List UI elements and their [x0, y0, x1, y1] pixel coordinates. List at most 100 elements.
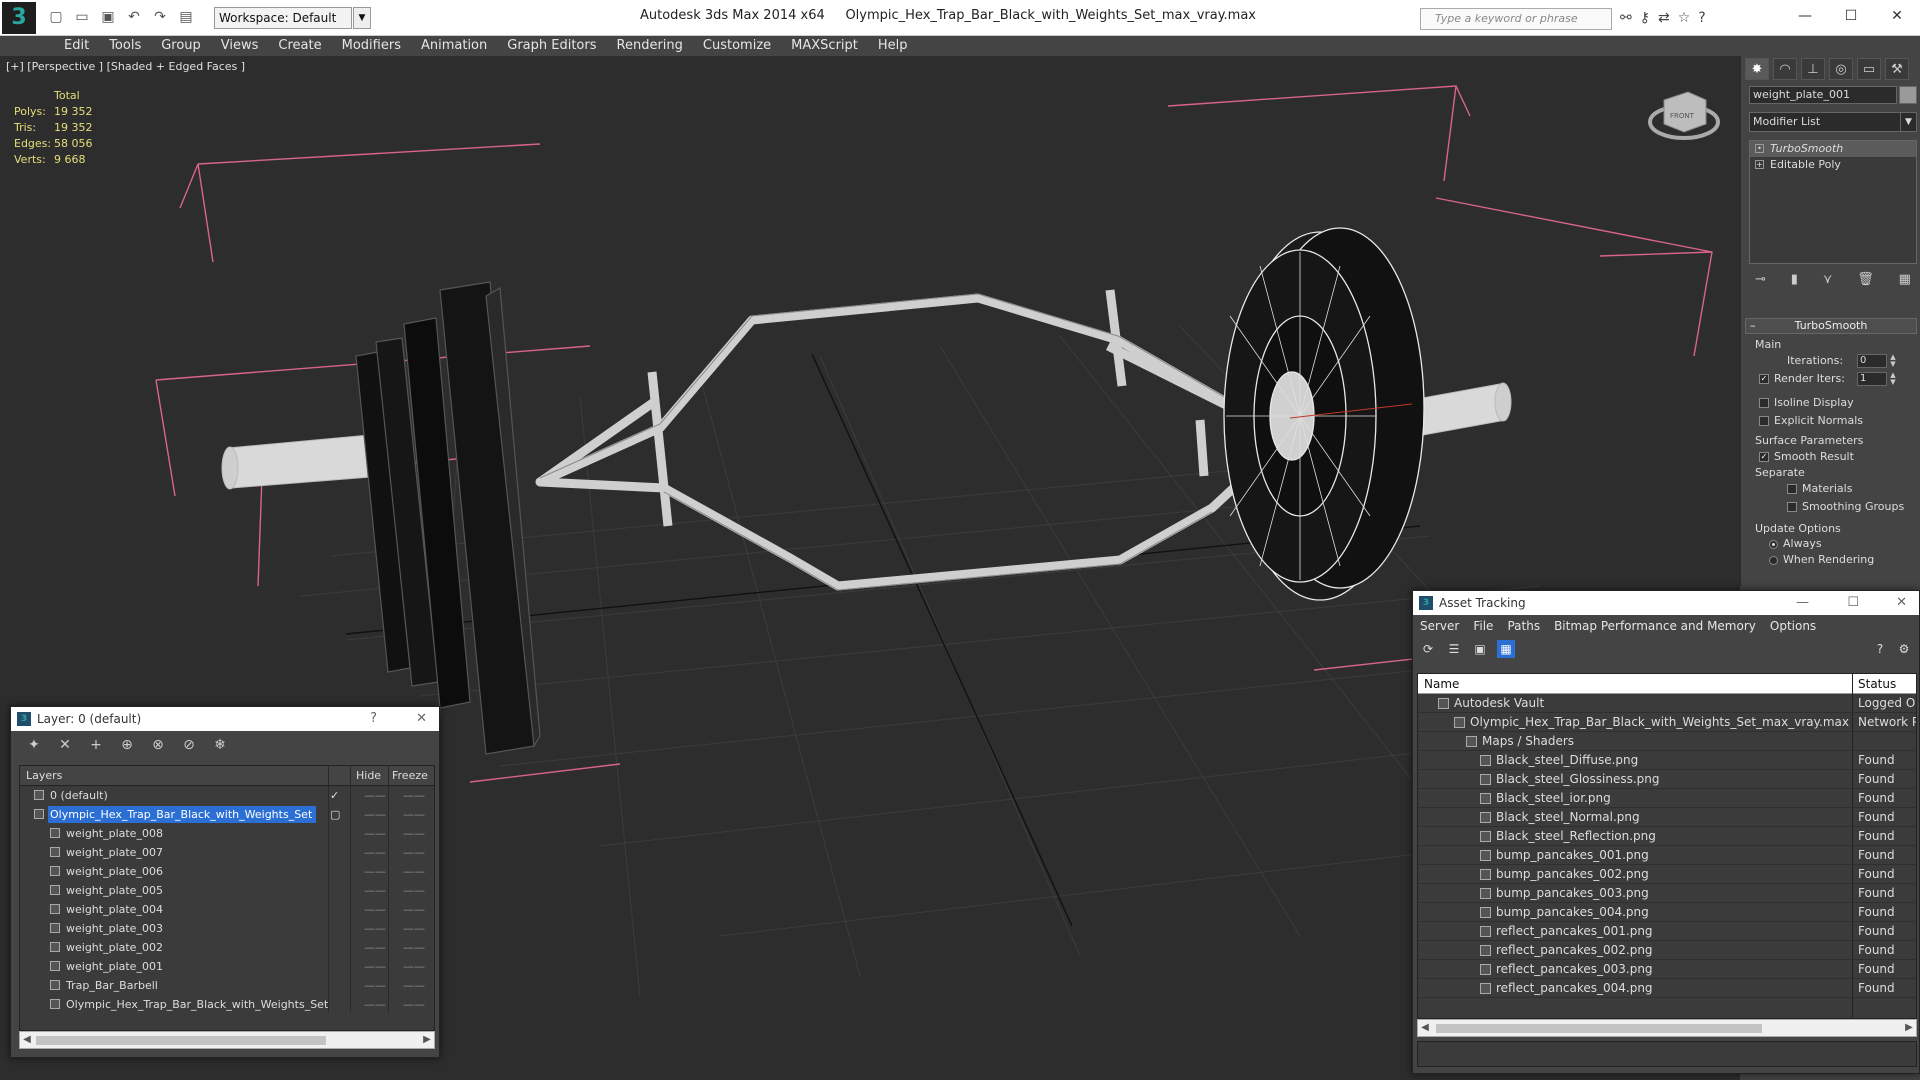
hide-toggle-icon[interactable]: —— [364, 862, 386, 881]
workspace-dropdown[interactable]: Workspace: Default ▼ [214, 7, 371, 29]
smooth-result-checkbox[interactable]: ✓ [1759, 452, 1769, 462]
object-name-field[interactable]: weight_plate_001 [1749, 86, 1897, 104]
layer-row[interactable]: weight_plate_006 —— —— [20, 862, 434, 881]
spinner-arrows-icon[interactable]: ▲ ▼ [1889, 354, 1897, 368]
redo-icon[interactable]: ↷ [152, 9, 168, 25]
scroll-left-icon[interactable]: ◀ [1418, 1020, 1432, 1036]
freeze-all-icon[interactable]: ❄ [211, 737, 229, 753]
isoline-checkbox[interactable] [1759, 398, 1769, 408]
asset-row[interactable]: Maps / Shaders [1418, 732, 1916, 751]
table-view-icon[interactable]: ▦ [1497, 640, 1515, 658]
hide-toggle-icon[interactable]: —— [364, 843, 386, 862]
scroll-right-icon[interactable]: ▶ [1902, 1020, 1916, 1036]
layer-row[interactable]: weight_plate_007 —— —— [20, 843, 434, 862]
hide-toggle-icon[interactable]: —— [364, 786, 386, 805]
materials-checkbox[interactable] [1787, 484, 1797, 494]
freeze-toggle-icon[interactable]: —— [403, 805, 425, 824]
layer-row[interactable]: weight_plate_008 —— —— [20, 824, 434, 843]
display-tab-icon[interactable]: ▭ [1857, 58, 1881, 80]
app-logo-icon[interactable]: 3 [2, 2, 36, 34]
add-to-layer-icon[interactable]: + [87, 737, 105, 753]
menu-item-edit[interactable]: Edit [54, 37, 99, 55]
freeze-toggle-icon[interactable]: —— [403, 995, 425, 1014]
freeze-toggle-icon[interactable]: —— [403, 976, 425, 995]
layer-row[interactable]: weight_plate_001 —— —— [20, 957, 434, 976]
help-icon[interactable]: ? [1871, 640, 1889, 658]
column-name[interactable]: Name [1424, 674, 1459, 694]
save-file-icon[interactable]: ▣ [100, 9, 116, 25]
current-layer-toggle-icon[interactable]: ▢ [330, 805, 340, 824]
when-rendering-radio[interactable] [1769, 555, 1778, 565]
layer-row[interactable]: weight_plate_005 —— —— [20, 881, 434, 900]
star-icon[interactable]: ☆ [1678, 10, 1691, 26]
hierarchy-tab-icon[interactable]: ⊥ [1801, 58, 1825, 80]
chevron-down-icon[interactable]: ▼ [1900, 113, 1916, 131]
delete-layer-icon[interactable]: ✕ [56, 737, 74, 753]
motion-tab-icon[interactable]: ◎ [1829, 58, 1853, 80]
asset-menu-bitmap-performance-and-memory[interactable]: Bitmap Performance and Memory [1547, 619, 1763, 633]
hide-toggle-icon[interactable]: —— [364, 919, 386, 938]
asset-path-field[interactable] [1417, 1041, 1917, 1067]
pin-stack-icon[interactable]: ⊸ [1755, 272, 1766, 287]
undo-icon[interactable]: ↶ [126, 9, 142, 25]
asset-row[interactable]: Black_steel_Diffuse.png Found [1418, 751, 1916, 770]
asset-menu-paths[interactable]: Paths [1500, 619, 1547, 633]
active-layer-check-icon[interactable]: ✓ [330, 786, 339, 805]
explicit-normals-checkbox[interactable] [1759, 416, 1769, 426]
asset-menu-options[interactable]: Options [1763, 619, 1823, 633]
menu-item-animation[interactable]: Animation [411, 37, 497, 55]
asset-row[interactable]: bump_pancakes_001.png Found [1418, 846, 1916, 865]
freeze-toggle-icon[interactable]: —— [403, 919, 425, 938]
freeze-toggle-icon[interactable]: —— [403, 786, 425, 805]
render-iters-spinner[interactable]: 1 [1857, 372, 1887, 386]
layer-window-titlebar[interactable]: 3 Layer: 0 (default) ? ✕ [11, 707, 439, 731]
hide-toggle-icon[interactable]: —— [364, 900, 386, 919]
minimize-icon[interactable]: — [1796, 591, 1809, 615]
menu-item-rendering[interactable]: Rendering [607, 37, 693, 55]
create-tab-icon[interactable]: ✸ [1745, 58, 1769, 80]
layer-row[interactable]: weight_plate_004 —— —— [20, 900, 434, 919]
asset-menu-file[interactable]: File [1466, 619, 1500, 633]
asset-menu-server[interactable]: Server [1413, 619, 1466, 633]
modify-tab-icon[interactable]: ◠ [1773, 58, 1797, 80]
asset-row[interactable]: Autodesk Vault Logged Out [1418, 694, 1916, 713]
create-layer-icon[interactable]: ✦ [25, 737, 43, 753]
menu-item-help[interactable]: Help [868, 37, 918, 55]
scroll-left-icon[interactable]: ◀ [20, 1032, 34, 1048]
asset-row[interactable]: bump_pancakes_003.png Found [1418, 884, 1916, 903]
asset-row[interactable]: bump_pancakes_004.png Found [1418, 903, 1916, 922]
freeze-toggle-icon[interactable]: —— [403, 957, 425, 976]
layer-row[interactable]: weight_plate_002 —— —— [20, 938, 434, 957]
make-unique-icon[interactable]: ⋎ [1823, 272, 1833, 287]
key-icon[interactable]: ⚷ [1640, 10, 1650, 26]
close-icon[interactable]: ✕ [416, 707, 427, 731]
expand-icon[interactable]: + [1755, 160, 1764, 169]
layer-row[interactable]: Olympic_Hex_Trap_Bar_Black_with_Weights_… [20, 805, 434, 824]
spinner-arrows-icon[interactable]: ▲ ▼ [1889, 372, 1897, 386]
column-hide[interactable]: Hide [356, 766, 381, 786]
menu-item-graph-editors[interactable]: Graph Editors [497, 37, 606, 55]
new-file-icon[interactable]: ▢ [48, 9, 64, 25]
maximize-icon[interactable]: ☐ [1847, 591, 1859, 615]
scroll-thumb[interactable] [36, 1036, 326, 1045]
close-icon[interactable]: ✕ [1896, 591, 1907, 615]
utilities-tab-icon[interactable]: ⚒ [1885, 58, 1909, 80]
layer-horizontal-scrollbar[interactable]: ◀ ▶ [19, 1031, 435, 1049]
asset-window-titlebar[interactable]: 3 Asset Tracking — ☐ ✕ [1413, 591, 1919, 615]
configure-sets-icon[interactable]: ▦ [1899, 272, 1911, 287]
remove-modifier-icon[interactable]: 🗑 [1857, 272, 1874, 287]
freeze-toggle-icon[interactable]: —— [403, 881, 425, 900]
menu-item-views[interactable]: Views [211, 37, 269, 55]
column-freeze[interactable]: Freeze [392, 766, 428, 786]
layer-row[interactable]: 0 (default) ✓ —— —— [20, 786, 434, 805]
minimize-icon[interactable]: — [1782, 0, 1828, 32]
menu-item-maxscript[interactable]: MAXScript [781, 37, 868, 55]
menu-item-group[interactable]: Group [151, 37, 211, 55]
viewport-label[interactable]: [+] [Perspective ] [Shaded + Edged Faces… [6, 60, 245, 73]
hide-toggle-icon[interactable]: —— [364, 976, 386, 995]
stack-item-turbosmooth[interactable]: • TurboSmooth [1750, 141, 1916, 157]
always-radio[interactable] [1769, 539, 1778, 549]
render-iters-checkbox[interactable]: ✓ [1759, 374, 1769, 384]
hide-toggle-icon[interactable]: —— [364, 938, 386, 957]
open-file-icon[interactable]: ▭ [74, 9, 90, 25]
